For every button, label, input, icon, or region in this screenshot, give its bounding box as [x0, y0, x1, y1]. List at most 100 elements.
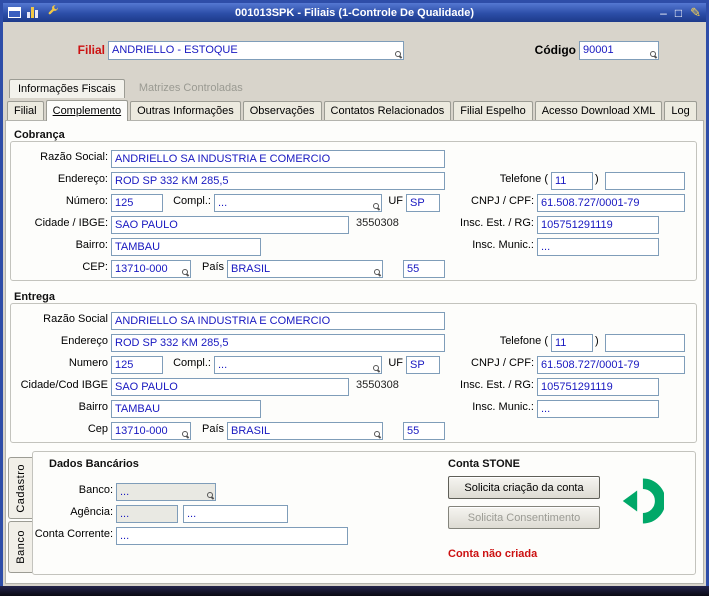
cobranca-telefone-field [605, 171, 685, 190]
side-tab-cadastro[interactable]: Cadastro [8, 457, 32, 519]
endereco-label: Endereço: [57, 173, 108, 185]
banco-input[interactable] [116, 483, 216, 501]
entrega-bairro-input[interactable] [111, 400, 261, 418]
cobranca-compl-input[interactable] [214, 194, 382, 212]
entrega-numero-input[interactable] [111, 356, 163, 374]
entrega-section-title: Entrega [14, 291, 55, 303]
pais-label: País [201, 423, 224, 435]
insc-mun-label: Insc. Munic.: [472, 239, 534, 251]
minimize-button[interactable]: – [660, 7, 667, 19]
lookup-icon[interactable] [373, 203, 380, 210]
cobranca-compl-field [214, 193, 382, 212]
window-body: Filial Código Informações Fiscais Matriz… [3, 22, 706, 586]
numero-label: Número: [65, 195, 108, 207]
cobranca-cep-field [111, 259, 191, 278]
lookup-icon[interactable] [374, 269, 381, 276]
cobranca-cnpj-field [537, 193, 685, 212]
window-icon[interactable] [8, 7, 21, 18]
cobranca-cep-input[interactable] [111, 260, 191, 278]
cobranca-pais-cod-input[interactable] [403, 260, 445, 278]
tab-strip: Filial Complemento Outras Informações Ob… [7, 100, 697, 121]
tab-contatos-relacionados[interactable]: Contatos Relacionados [323, 101, 452, 120]
agencia-conta-input[interactable] [183, 505, 288, 523]
cidade-label: Cidade / IBGE: [34, 217, 108, 229]
edit-pencil-icon[interactable]: ✎ [690, 6, 701, 19]
bairro-label: Bairro [78, 401, 108, 413]
cobranca-bairro-input[interactable] [111, 238, 261, 256]
tab-complemento[interactable]: Complemento [45, 100, 129, 121]
lookup-icon[interactable] [182, 269, 189, 276]
lookup-icon[interactable] [207, 492, 214, 499]
entrega-insc-mun-field [537, 399, 659, 418]
cobranca-numero-input[interactable] [111, 194, 163, 212]
entrega-razao-social-input[interactable] [111, 312, 445, 330]
wrench-icon[interactable] [46, 4, 60, 22]
cobranca-cnpj-input[interactable] [537, 194, 685, 212]
cobranca-telefone-input[interactable] [605, 172, 685, 190]
title-bar[interactable]: 001013SPK - Filiais (1-Controle De Quali… [3, 3, 706, 22]
conta-corrente-label: Conta Corrente: [34, 528, 113, 540]
conta-corrente-input[interactable] [116, 527, 348, 545]
cidade-label: Cidade/Cod IBGE [20, 379, 108, 391]
tab-outras-informacoes[interactable]: Outras Informações [130, 101, 241, 120]
cobranca-endereco-field [111, 171, 445, 190]
entrega-ibge-value: 3550308 [356, 379, 399, 391]
cobranca-insc-est-field [537, 215, 659, 234]
solicita-criacao-button[interactable]: Solicita criação da conta [448, 476, 600, 499]
entrega-razao-social-field [111, 311, 445, 330]
insc-mun-label: Insc. Munic.: [472, 401, 534, 413]
entrega-insc-mun-input[interactable] [537, 400, 659, 418]
maximize-button[interactable]: □ [675, 7, 682, 19]
entrega-numero-field [111, 355, 163, 374]
lookup-icon[interactable] [373, 365, 380, 372]
entrega-cnpj-input[interactable] [537, 356, 685, 374]
lookup-icon[interactable] [650, 51, 657, 58]
agencia-input[interactable] [116, 505, 178, 523]
entrega-telefone-field [605, 333, 685, 352]
entrega-ddd-field [551, 333, 593, 352]
telefone-label: Telefone ( [499, 173, 548, 185]
cnpj-label: CNPJ / CPF: [471, 357, 534, 369]
banco-field [116, 482, 216, 501]
cobranca-insc-mun-input[interactable] [537, 238, 659, 256]
entrega-compl-input[interactable] [214, 356, 382, 374]
tab-observacoes[interactable]: Observações [242, 101, 322, 120]
telefone-close-label: ) [595, 335, 599, 347]
endereco-label: Endereço [60, 335, 108, 347]
cobranca-pais-input[interactable] [227, 260, 383, 278]
cobranca-endereco-input[interactable] [111, 172, 445, 190]
cobranca-ddd-input[interactable] [551, 172, 593, 190]
cobranca-ddd-field [551, 171, 593, 190]
lookup-icon[interactable] [374, 431, 381, 438]
entrega-insc-est-input[interactable] [537, 378, 659, 396]
lookup-icon[interactable] [395, 51, 402, 58]
cobranca-insc-est-input[interactable] [537, 216, 659, 234]
filial-input[interactable] [108, 40, 404, 60]
entrega-cnpj-field [537, 355, 685, 374]
entrega-pais-cod-input[interactable] [403, 422, 445, 440]
entrega-telefone-input[interactable] [605, 334, 685, 352]
side-tab-banco[interactable]: Banco [8, 521, 32, 573]
tab-acesso-download-xml[interactable]: Acesso Download XML [534, 101, 663, 120]
cobranca-razao-social-input[interactable] [111, 150, 445, 168]
tab-filial[interactable]: Filial [7, 101, 44, 120]
codigo-input[interactable] [579, 40, 659, 60]
tab-informacoes-fiscais[interactable]: Informações Fiscais [9, 79, 125, 98]
uf-label: UF [388, 195, 403, 207]
lookup-icon[interactable] [182, 431, 189, 438]
entrega-ddd-input[interactable] [551, 334, 593, 352]
agencia-label: Agência: [70, 506, 113, 518]
conta-stone-title: Conta STONE [448, 458, 520, 470]
entrega-cep-input[interactable] [111, 422, 191, 440]
columns-icon[interactable] [27, 7, 40, 18]
entrega-cidade-input[interactable] [111, 378, 349, 396]
cobranca-pais-cod-field [403, 259, 445, 278]
cobranca-cidade-input[interactable] [111, 216, 349, 234]
pais-label: País [201, 261, 224, 273]
folder-tab-strip: Informações Fiscais Matrizes Controladas [9, 78, 251, 98]
tab-filial-espelho[interactable]: Filial Espelho [453, 101, 533, 120]
entrega-endereco-input[interactable] [111, 334, 445, 352]
tab-log[interactable]: Log [664, 101, 697, 120]
banco-panel: Dados Bancários Banco: Agência: Conta Co… [32, 451, 696, 575]
entrega-pais-input[interactable] [227, 422, 383, 440]
